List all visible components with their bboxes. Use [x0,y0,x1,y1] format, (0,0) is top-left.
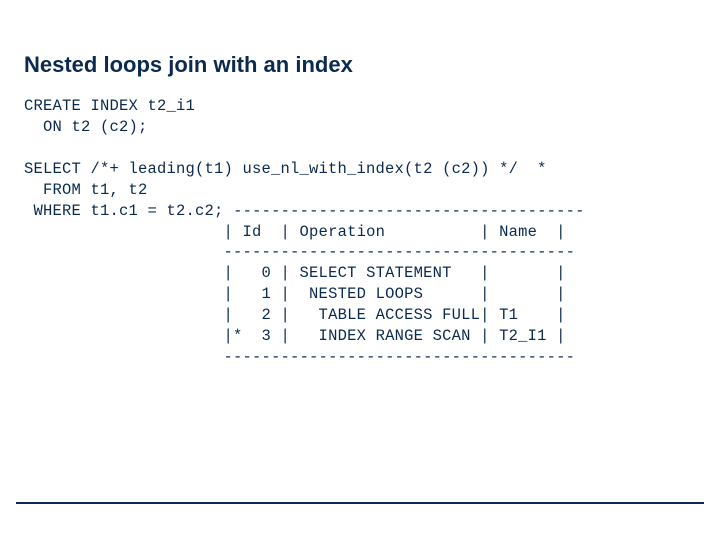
sql-line: WHERE t1.c1 = t2.c2; [24,202,224,220]
plan-row: | 0 | SELECT STATEMENT | | [224,264,566,282]
sql-line: FROM t1, t2 [24,181,148,199]
plan-header: | Id | Operation | Name | [224,223,566,241]
page-title: Nested loops join with an index [24,52,696,78]
plan-row: | 2 | TABLE ACCESS FULL| T1 | [224,306,566,324]
plan-row: | 1 | NESTED LOOPS | | [224,285,566,303]
plan-border: ------------------------------------- [224,243,576,261]
sql-line: ON t2 (c2); [24,118,148,136]
plan-border: ------------------------------------- [233,202,585,220]
sql-code-block: CREATE INDEX t2_i1 ON t2 (c2); SELECT /*… [24,96,696,368]
sql-line: CREATE INDEX t2_i1 [24,97,195,115]
plan-row: |* 3 | INDEX RANGE SCAN | T2_I1 | [224,327,566,345]
footer-divider [16,502,704,504]
plan-border: ------------------------------------- [224,348,576,366]
sql-line: SELECT /*+ leading(t1) use_nl_with_index… [24,160,547,178]
